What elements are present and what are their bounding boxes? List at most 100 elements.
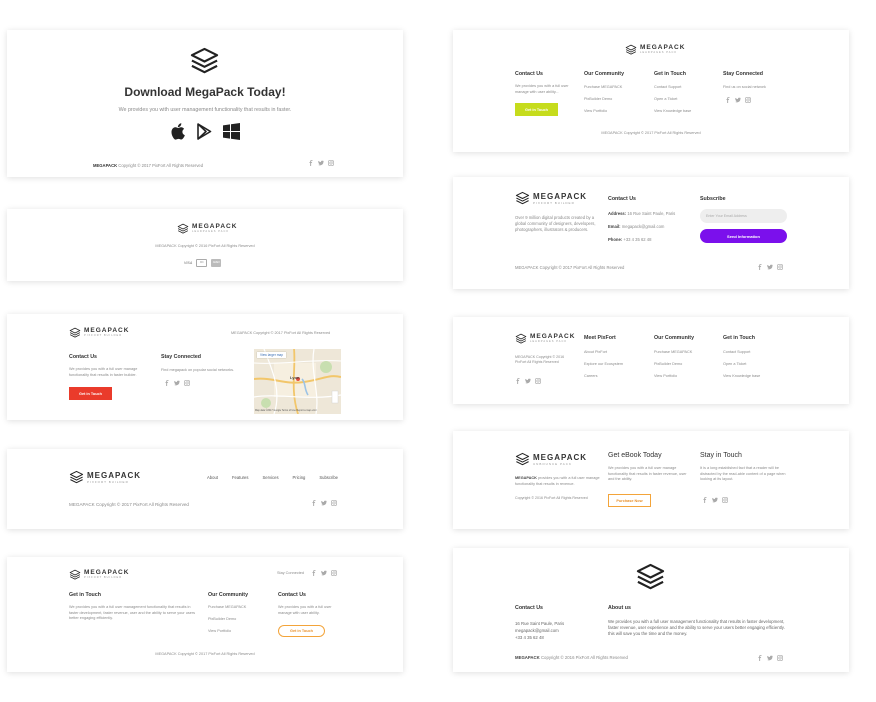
community-link-purchase[interactable]: Purchase MEGAPACK	[208, 605, 246, 609]
stay-connected-title: Stay Connected	[723, 71, 764, 77]
pixfort-link-ecosystem[interactable]: Explore our Ecosystem	[584, 362, 623, 366]
community-link-purchase[interactable]: Purchase MEGAPACK	[654, 350, 692, 354]
footer-card-nav: MEGAPACK PIXFORT BUILDER About Features …	[7, 449, 403, 529]
community-link-demo[interactable]: PixBuilder Demo	[208, 617, 236, 621]
apple-icon[interactable]	[171, 123, 185, 140]
twitter-icon[interactable]	[525, 378, 531, 384]
facebook-icon[interactable]	[515, 378, 521, 384]
google-map[interactable]: View larger map Lyon Map data ©2017 Goog…	[254, 349, 341, 414]
footer-card-ebook: MEGAPACK UNBOUNCE PACK MEGAPACK provides…	[453, 431, 849, 529]
footer-card-download: Download MegaPack Today! We provides you…	[7, 30, 403, 177]
megapack-stack-icon	[625, 44, 637, 56]
social-links	[164, 380, 190, 386]
instagram-icon[interactable]	[777, 655, 783, 661]
contact-text: We provides you with a full user manage …	[515, 84, 569, 94]
megapack-stack-icon	[515, 333, 527, 345]
facebook-icon[interactable]	[757, 655, 763, 661]
about-text: Over 9 million digital products created …	[515, 215, 596, 233]
instagram-icon[interactable]	[745, 97, 751, 103]
twitter-icon[interactable]	[174, 380, 180, 386]
social-links	[702, 497, 728, 503]
megapack-logo[interactable]: MEGAPACK LEADPAGES PACK	[625, 44, 685, 56]
copyright: MEGAPACK Copyright © 2017 PixFort All Ri…	[515, 265, 625, 270]
twitter-icon[interactable]	[712, 497, 718, 503]
community-link-portfolio[interactable]: View Portfolio	[208, 629, 231, 633]
social-links	[725, 97, 751, 103]
megapack-logo[interactable]: MEGAPACK PIXFORT BUILDER	[515, 191, 587, 206]
mastercard-icon: MC	[196, 259, 208, 267]
facebook-icon[interactable]	[308, 160, 314, 166]
megapack-logo[interactable]: MEGAPACK UNBOUNCE PACK	[515, 452, 587, 467]
get-in-touch-button[interactable]: Get in Touch	[69, 387, 112, 400]
email-input[interactable]: Enter Your Email Address	[700, 209, 787, 223]
twitter-icon[interactable]	[767, 655, 773, 661]
nav-subscribe[interactable]: Subscribe	[319, 475, 338, 480]
brand-name: MEGAPACK	[533, 191, 588, 201]
social-links	[757, 655, 783, 661]
instagram-icon[interactable]	[331, 570, 337, 576]
instagram-icon[interactable]	[535, 378, 541, 384]
windows-icon[interactable]	[223, 123, 240, 140]
get-in-touch-button[interactable]: Get in Touch	[515, 103, 558, 116]
contact-address: 16 Rue Saint Paule, Paris	[515, 621, 565, 626]
pixfort-link-about[interactable]: About PixFort	[584, 350, 607, 354]
contact-text: We provides you with a full user manage …	[278, 605, 332, 615]
contact-title: Contact Us	[69, 354, 97, 360]
purchase-now-button[interactable]: Purchase Now	[608, 494, 651, 507]
touch-link-knowledge[interactable]: View Knowledge base	[723, 374, 760, 378]
touch-link-ticket[interactable]: Open a Ticket	[654, 97, 677, 101]
instagram-icon[interactable]	[328, 160, 334, 166]
facebook-icon[interactable]	[757, 264, 763, 270]
footer-card-payments: MEGAPACK LEADPAGES PACK MEGAPACK Copyrig…	[7, 209, 403, 281]
touch-link-ticket[interactable]: Open a Ticket	[723, 362, 746, 366]
facebook-icon[interactable]	[725, 97, 731, 103]
facebook-icon[interactable]	[311, 500, 317, 506]
social-links	[311, 570, 337, 576]
community-link-demo[interactable]: PixBuilder Demo	[584, 97, 612, 101]
megapack-logo[interactable]: MEGAPACK PIXFORT BUILDER	[69, 569, 129, 581]
facebook-icon[interactable]	[164, 380, 170, 386]
instagram-icon[interactable]	[722, 497, 728, 503]
get-in-touch-title: Get in Touch	[654, 71, 686, 77]
brand-tagline: LEADPAGES PACK	[530, 340, 568, 344]
touch-link-knowledge[interactable]: View Knowledge base	[654, 109, 691, 113]
twitter-icon[interactable]	[321, 570, 327, 576]
twitter-icon[interactable]	[318, 160, 324, 166]
nav-services[interactable]: Services	[262, 475, 278, 480]
get-in-touch-button[interactable]: Get in Touch	[278, 625, 325, 637]
twitter-icon[interactable]	[321, 500, 327, 506]
community-link-portfolio[interactable]: View Portfolio	[584, 109, 607, 113]
nav-pricing[interactable]: Pricing	[293, 475, 306, 480]
community-link-purchase[interactable]: Purchase MEGAPACK	[584, 85, 622, 89]
community-link-portfolio[interactable]: View Portfolio	[654, 374, 677, 378]
view-larger-map-link[interactable]: View larger map	[257, 352, 286, 358]
twitter-icon[interactable]	[767, 264, 773, 270]
copyright-text: Copyright © 2016 PixFort All Rights Rese…	[540, 655, 628, 660]
instagram-icon[interactable]	[184, 380, 190, 386]
subscribe-title: Subscribe	[700, 196, 726, 202]
contact-phone: +33 4 35 62 48	[515, 635, 544, 640]
megapack-logo[interactable]: MEGAPACK PIXFORT BUILDER	[69, 470, 141, 485]
nav-features[interactable]: Features	[232, 475, 249, 480]
contact-title: Contact Us	[515, 71, 543, 77]
copyright: MEGAPACK Copyright © 2017 PixFort All Ri…	[93, 163, 203, 168]
footer-card-pixfort: MEGAPACK LEADPAGES PACK MEGAPACK Copyrig…	[453, 317, 849, 404]
facebook-icon[interactable]	[311, 570, 317, 576]
contact-title: Contact Us	[515, 605, 543, 611]
facebook-icon[interactable]	[702, 497, 708, 503]
touch-link-support[interactable]: Contact Support	[654, 85, 681, 89]
social-links	[757, 264, 783, 270]
pixfort-link-careers[interactable]: Careers	[584, 374, 598, 378]
instagram-icon[interactable]	[777, 264, 783, 270]
google-play-icon[interactable]	[197, 123, 212, 140]
twitter-icon[interactable]	[735, 97, 741, 103]
megapack-logo[interactable]: MEGAPACK LEADPAGES PACK	[515, 333, 575, 345]
touch-link-support[interactable]: Contact Support	[723, 350, 750, 354]
send-information-button[interactable]: Send Information	[700, 229, 787, 243]
nav-about[interactable]: About	[207, 475, 218, 480]
megapack-logo[interactable]: MEGAPACK LEADPAGES PACK	[177, 223, 237, 235]
community-link-demo[interactable]: PixBuilder Demo	[654, 362, 682, 366]
instagram-icon[interactable]	[331, 500, 337, 506]
megapack-logo[interactable]: MEGAPACK PIXFORT BUILDER	[69, 327, 129, 339]
our-community-title: Our Community	[654, 335, 695, 341]
